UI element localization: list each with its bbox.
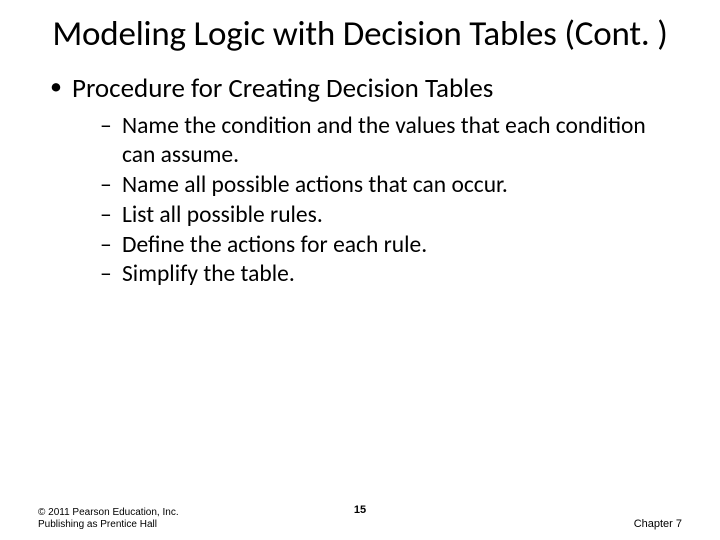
list-item-text: Define the actions for each rule.	[122, 231, 427, 259]
bullet-list-level2: Name the condition and the values that e…	[72, 112, 682, 289]
slide-title: Modeling Logic with Decision Tables (Con…	[38, 14, 682, 54]
list-item-text: Name all possible actions that can occur…	[122, 171, 508, 199]
list-item-text: Name the condition and the values that e…	[122, 112, 646, 169]
slide: Modeling Logic with Decision Tables (Con…	[0, 0, 720, 540]
slide-footer: © 2011 Pearson Education, Inc. Publishin…	[0, 507, 720, 530]
list-item: Simplify the table.	[100, 260, 682, 289]
list-item: Procedure for Creating Decision Tables N…	[50, 72, 682, 289]
list-item-text: Procedure for Creating Decision Tables	[72, 72, 493, 105]
list-item-text: List all possible rules.	[122, 201, 323, 229]
list-item: Name all possible actions that can occur…	[100, 171, 682, 200]
list-item: List all possible rules.	[100, 201, 682, 230]
page-number: 15	[354, 504, 366, 516]
list-item: Define the actions for each rule.	[100, 231, 682, 260]
list-item-text: Simplify the table.	[122, 260, 295, 288]
bullet-list-level1: Procedure for Creating Decision Tables N…	[38, 72, 682, 289]
list-item: Name the condition and the values that e…	[100, 112, 682, 170]
chapter-label: Chapter 7	[634, 518, 682, 530]
copyright-text: © 2011 Pearson Education, Inc. Publishin…	[38, 507, 183, 530]
